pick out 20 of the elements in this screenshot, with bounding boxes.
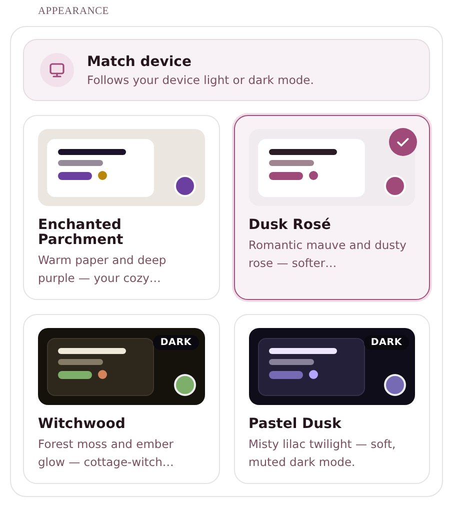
dark-badge: DARK bbox=[364, 335, 409, 350]
theme-card[interactable]: Dusk Rosé Romantic mauve and dusty rose — softer… bbox=[234, 115, 430, 300]
theme-name: Enchanted Parchment bbox=[38, 218, 124, 248]
section-title: APPEARANCE bbox=[38, 6, 110, 17]
theme-description: Forest moss and ember glow — cottage-witch… bbox=[38, 436, 175, 471]
option-description: Follows your device light or dark mode. bbox=[87, 72, 314, 86]
monitor-icon bbox=[40, 53, 74, 87]
theme-description: Misty lilac twilight — soft, muted dark mode. bbox=[248, 436, 397, 471]
theme-name: Pastel Dusk bbox=[248, 417, 342, 432]
check-icon bbox=[389, 128, 417, 156]
theme-card[interactable]: Enchanted Parchment Warm paper and deep purple — your cozy… bbox=[23, 115, 220, 300]
dark-badge: DARK bbox=[153, 335, 198, 350]
theme-name: Witchwood bbox=[38, 417, 126, 432]
theme-description: Romantic mauve and dusty rose — softer… bbox=[248, 237, 408, 272]
match-device-option[interactable]: Match device Follows your device light or dark mode. bbox=[23, 39, 430, 101]
theme-card[interactable]: DARK Witchwood Forest moss and ember glow — cottage-witch… bbox=[23, 314, 220, 484]
theme-name: Dusk Rosé bbox=[248, 218, 332, 233]
theme-card[interactable]: DARK Pastel Dusk Misty lilac twilight — soft, muted dark mode. bbox=[234, 314, 430, 484]
option-title: Match device bbox=[87, 54, 192, 70]
theme-description: Warm paper and deep purple — your cozy… bbox=[38, 252, 168, 287]
